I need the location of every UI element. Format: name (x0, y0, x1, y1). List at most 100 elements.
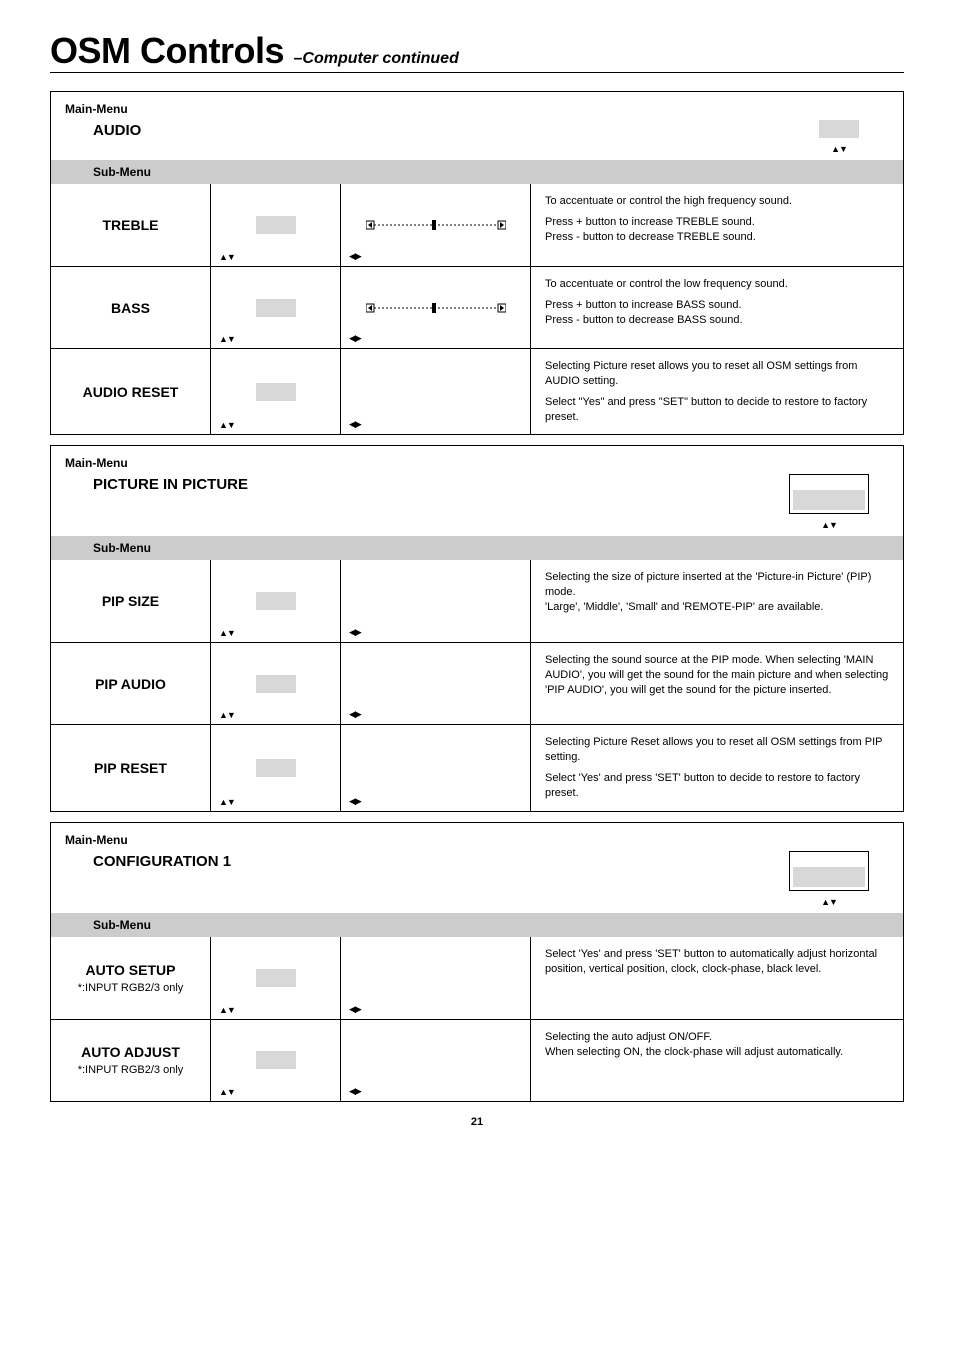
table-row: PIP AUDIO ▲▼ ◀▶ Selecting the sound source… (51, 642, 903, 724)
row-slider-cell: ◀▶ (341, 725, 531, 810)
table-row: TREBLE ▲▼ ◀▶ To accentuate or control the… (51, 184, 903, 266)
description-text: Select 'Yes' and press 'SET' button to a… (545, 947, 889, 977)
description-text: Press + button to increase TREBLE sound.… (545, 215, 889, 245)
section-title: CONFIGURATION 1 (65, 851, 265, 870)
row-slider-cell: ◀▶ (341, 267, 531, 348)
table-row: PIP RESET ▲▼ ◀▶ Selecting Picture Reset al… (51, 724, 903, 810)
leftright-icon: ◀▶ (349, 251, 361, 262)
description-text: Selecting the auto adjust ON/OFF.When se… (545, 1030, 889, 1060)
updown-icon: ▲▼ (219, 628, 235, 638)
description-text: To accentuate or control the low frequen… (545, 277, 889, 292)
description-text: Select "Yes" and press "SET" button to d… (545, 395, 889, 425)
row-description: Selecting Picture reset allows you to re… (531, 349, 903, 434)
title-sub: –Computer continued (294, 50, 459, 67)
main-menu-row: AUDIO ▲▼ (51, 120, 903, 160)
leftright-icon: ◀▶ (349, 627, 361, 638)
section-box: Main-MenuAUDIO ▲▼ Sub-MenuTREBLE ▲▼ ◀▶ To… (50, 91, 904, 435)
description-text: Press + button to increase BASS sound.Pr… (545, 298, 889, 328)
main-menu-row: PICTURE IN PICTURE ▲▼ (51, 474, 903, 536)
row-icon-cell: ▲▼ (211, 937, 341, 1019)
row-icon (256, 216, 296, 234)
updown-icon: ▲▼ (219, 252, 235, 262)
table-row: AUDIO RESET ▲▼ ◀▶ Selecting Picture reset … (51, 348, 903, 434)
section-title: PICTURE IN PICTURE (65, 474, 265, 493)
row-slider-cell: ◀▶ (341, 643, 531, 724)
row-slider-cell: ◀▶ (341, 184, 531, 266)
leftright-icon: ◀▶ (349, 333, 361, 344)
row-icon-cell: ▲▼ (211, 184, 341, 266)
row-description: Selecting the auto adjust ON/OFF.When se… (531, 1020, 903, 1101)
description-text: To accentuate or control the high freque… (545, 194, 889, 209)
leftright-icon: ◀▶ (349, 419, 361, 430)
row-icon-cell: ▲▼ (211, 725, 341, 810)
row-note: *:INPUT RGB2/3 only (78, 982, 184, 994)
row-label: PIP RESET (51, 725, 211, 810)
row-label: PIP SIZE (51, 560, 211, 642)
title-rule (50, 72, 904, 73)
row-label: TREBLE (51, 184, 211, 266)
row-slider-cell: ◀▶ (341, 349, 531, 434)
row-description: Selecting the size of picture inserted a… (531, 560, 903, 642)
sub-menu-header: Sub-Menu (51, 160, 903, 184)
row-description: Selecting Picture Reset allows you to re… (531, 725, 903, 810)
description-text: Selecting the size of picture inserted a… (545, 570, 889, 615)
leftright-icon: ◀▶ (349, 1004, 361, 1015)
leftright-icon: ◀▶ (349, 796, 361, 807)
updown-icon: ▲▼ (219, 1005, 235, 1015)
updown-icon: ▲▼ (219, 334, 235, 344)
row-label: AUTO ADJUST*:INPUT RGB2/3 only (51, 1020, 211, 1101)
section-icon (789, 851, 869, 891)
main-menu-label: Main-Menu (51, 92, 903, 120)
row-description: To accentuate or control the low frequen… (531, 267, 903, 348)
row-label: PIP AUDIO (51, 643, 211, 724)
section-title: AUDIO (65, 120, 265, 139)
row-icon-cell: ▲▼ (211, 560, 341, 642)
section-box: Main-MenuPICTURE IN PICTURE ▲▼ Sub-MenuP… (50, 445, 904, 811)
row-icon (256, 969, 296, 987)
table-row: AUTO SETUP*:INPUT RGB2/3 only ▲▼ ◀▶ Select… (51, 937, 903, 1019)
section-box: Main-MenuCONFIGURATION 1 ▲▼ Sub-MenuAUTO… (50, 822, 904, 1102)
sub-menu-header: Sub-Menu (51, 536, 903, 560)
table-row: BASS ▲▼ ◀▶ To accentuate or control the l… (51, 266, 903, 348)
row-icon-cell: ▲▼ (211, 349, 341, 434)
updown-icon: ▲▼ (821, 520, 837, 530)
row-slider-cell: ◀▶ (341, 937, 531, 1019)
title-main: OSM Controls (50, 30, 284, 71)
description-text: Selecting Picture reset allows you to re… (545, 359, 889, 389)
sub-menu-header: Sub-Menu (51, 913, 903, 937)
updown-icon: ▲▼ (831, 144, 847, 154)
updown-icon: ▲▼ (219, 797, 235, 807)
description-text: Select 'Yes' and press 'SET' button to d… (545, 771, 889, 801)
slider-icon (366, 301, 506, 315)
row-note: *:INPUT RGB2/3 only (78, 1064, 184, 1076)
row-label: BASS (51, 267, 211, 348)
row-icon (256, 383, 296, 401)
row-slider-cell: ◀▶ (341, 560, 531, 642)
leftright-icon: ◀▶ (349, 709, 361, 720)
row-icon (256, 759, 296, 777)
row-icon-cell: ▲▼ (211, 643, 341, 724)
description-text: Selecting Picture Reset allows you to re… (545, 735, 889, 765)
section-icon (789, 474, 869, 514)
row-icon-cell: ▲▼ (211, 1020, 341, 1101)
updown-icon: ▲▼ (219, 1087, 235, 1097)
section-icon-area: ▲▼ (265, 120, 889, 154)
row-label: AUDIO RESET (51, 349, 211, 434)
slider-icon (366, 218, 506, 232)
row-icon (256, 1051, 296, 1069)
row-description: Selecting the sound source at the PIP mo… (531, 643, 903, 724)
main-menu-label: Main-Menu (51, 823, 903, 851)
section-icon-area: ▲▼ (265, 474, 889, 530)
updown-icon: ▲▼ (821, 897, 837, 907)
row-label: AUTO SETUP*:INPUT RGB2/3 only (51, 937, 211, 1019)
description-text: Selecting the sound source at the PIP mo… (545, 653, 889, 698)
row-slider-cell: ◀▶ (341, 1020, 531, 1101)
section-icon-area: ▲▼ (265, 851, 889, 907)
row-icon-cell: ▲▼ (211, 267, 341, 348)
row-description: Select 'Yes' and press 'SET' button to a… (531, 937, 903, 1019)
updown-icon: ▲▼ (219, 710, 235, 720)
main-menu-row: CONFIGURATION 1 ▲▼ (51, 851, 903, 913)
main-menu-label: Main-Menu (51, 446, 903, 474)
section-icon (819, 120, 859, 138)
table-row: PIP SIZE ▲▼ ◀▶ Selecting the size of pictu… (51, 560, 903, 642)
